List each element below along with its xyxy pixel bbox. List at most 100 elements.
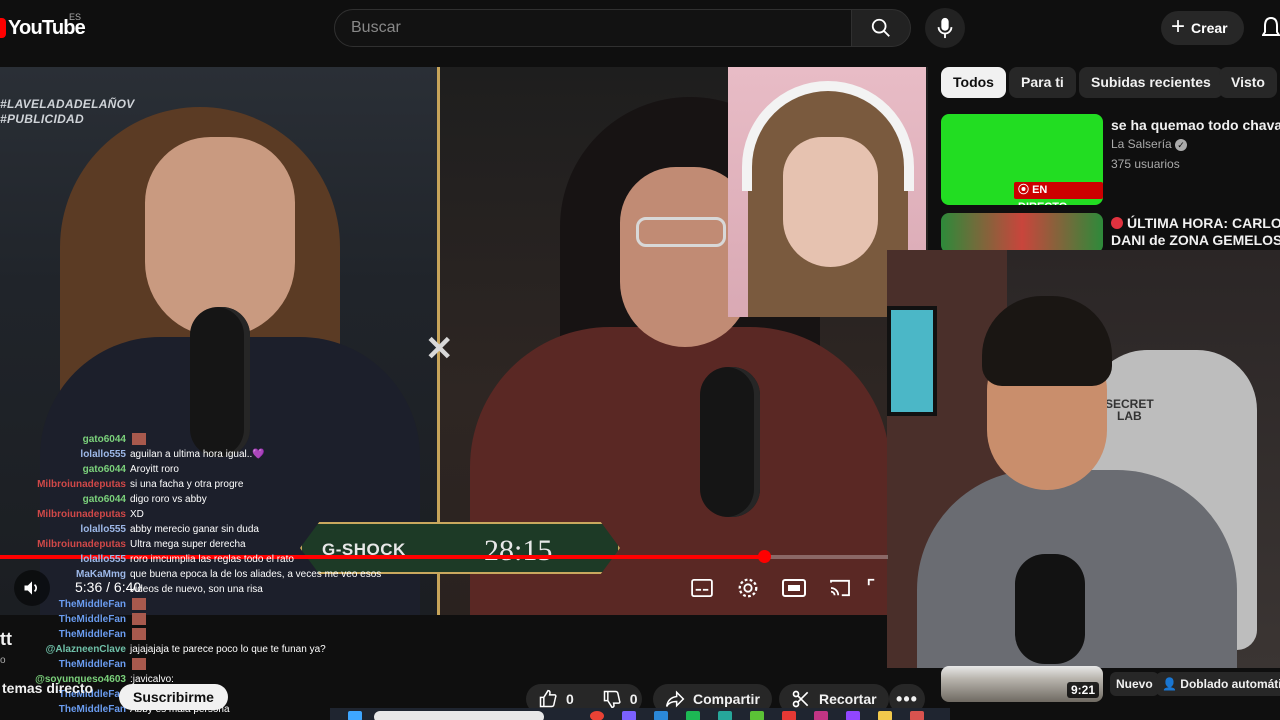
chat-emote-icon (132, 433, 146, 446)
filter-chip[interactable]: Subidas recientes (1079, 67, 1223, 98)
chat-username[interactable]: gato6044 (0, 462, 130, 477)
rec-thumbnail-1[interactable]: ⦿ EN DIRECTO (941, 114, 1103, 205)
folder-icon[interactable] (878, 711, 892, 720)
app-icon[interactable] (686, 711, 700, 720)
app-icon[interactable] (750, 711, 764, 720)
fullscreen-button[interactable] (866, 568, 888, 608)
chat-username[interactable]: lolallo555 (0, 552, 130, 567)
chat-message: gato6044 digo roro vs abby (0, 492, 460, 507)
chair-logo-line: LAB (1117, 409, 1142, 423)
chat-text: digo roro vs abby (130, 494, 207, 505)
x-emblem-icon: ✕ (425, 330, 454, 368)
new-badge: Nuevo (1110, 672, 1159, 696)
chat-message: lolallo555 aguilan a ultima hora igual..💜 (0, 447, 460, 462)
chat-username[interactable]: MaKaMmg (0, 567, 130, 582)
chat-username[interactable]: TheMiddleFan (0, 597, 130, 612)
rec-channel-name: La Salsería (1111, 137, 1172, 151)
youtube-logo-icon (0, 18, 6, 38)
app-icon[interactable] (718, 711, 732, 720)
live-label: temas directo (2, 680, 94, 696)
chat-emote-icon (132, 613, 146, 626)
verified-icon: ✓ (1175, 139, 1188, 151)
windows-start-icon[interactable] (348, 711, 362, 720)
chat-message: TheMiddleFan (0, 627, 460, 642)
bell-icon (1261, 16, 1280, 36)
more-horizontal-icon: ••• (896, 688, 918, 709)
chat-username[interactable]: Milbroiunadeputas (0, 507, 130, 522)
chat-emote-icon (132, 598, 146, 611)
scissors-icon (792, 690, 809, 708)
overlay-hashtag: #PUBLICIDAD (0, 112, 84, 126)
chat-username[interactable]: TheMiddleFan (0, 702, 130, 717)
cast-button[interactable] (820, 568, 860, 608)
chat-username[interactable]: Milbroiunadeputas (0, 477, 130, 492)
search-button[interactable] (851, 9, 911, 47)
clip-label: Recortar (819, 691, 877, 707)
filter-chip[interactable]: Para ti (1009, 67, 1076, 98)
chat-username[interactable]: @AlazneenClave (0, 642, 130, 657)
os-taskbar (330, 708, 950, 720)
filter-chip[interactable]: Todos (941, 67, 1006, 98)
chat-message: TheMiddleFan (0, 597, 460, 612)
rec-channel-1[interactable]: La Salsería ✓ (1111, 137, 1188, 151)
chat-text: roro imcumplia las reglas todo el rato (130, 554, 294, 565)
chat-username[interactable]: TheMiddleFan (0, 627, 130, 642)
taskbar-search[interactable] (374, 711, 544, 720)
channel-subscribers: o (0, 655, 6, 666)
dub-label: Doblado automática (1180, 677, 1280, 691)
overlay-hashtags: #LAVELADADELAÑOV #PUBLICIDAD (0, 97, 135, 127)
dislike-button[interactable]: 0 (602, 689, 638, 709)
chat-text: XD (130, 509, 144, 520)
app-icon[interactable] (782, 711, 796, 720)
settings-button[interactable] (728, 568, 768, 608)
app-icon[interactable] (910, 711, 924, 720)
podcast-mic-right (700, 367, 760, 517)
subscribe-button[interactable]: Suscribirme (119, 684, 228, 710)
gear-icon (738, 578, 758, 598)
create-label: Crear (1191, 20, 1228, 36)
chat-message: videos de nuevo, son una risa (0, 582, 460, 597)
chat-username[interactable]: TheMiddleFan (0, 657, 130, 672)
channel-name[interactable]: tt (0, 629, 12, 650)
chat-username[interactable]: gato6044 (0, 492, 130, 507)
search-box[interactable] (334, 9, 852, 47)
theater-icon (782, 579, 806, 597)
youtube-logo[interactable]: YouTube ES (0, 12, 86, 42)
chat-username[interactable]: lolallo555 (0, 522, 130, 537)
subtitles-button[interactable] (682, 568, 722, 608)
create-button[interactable]: + Crear (1161, 11, 1244, 45)
rec-thumbnail-3[interactable]: 9:21 (941, 666, 1103, 702)
search-input[interactable] (335, 10, 851, 46)
chrome-icon[interactable] (590, 711, 604, 720)
live-badge-label: EN DIRECTO (1018, 184, 1067, 205)
voice-search-button[interactable] (925, 8, 965, 48)
rec-title-1[interactable]: se ha quemao todo chavales (1111, 116, 1280, 134)
rec-viewers-1: 375 usuarios (1111, 157, 1180, 171)
banner-clock: 28:15 (484, 534, 553, 567)
search-icon (871, 18, 890, 37)
app-icon[interactable] (654, 711, 668, 720)
chat-text: jajajajaja te parece poco lo que te funa… (130, 644, 326, 655)
like-button[interactable]: 0 (538, 689, 574, 709)
scrubber-handle[interactable] (757, 550, 771, 563)
rec-title-2[interactable]: ÚLTIMA HORA: CARLOS y DANI de ZONA GEMEL… (1111, 215, 1280, 249)
headset (742, 81, 914, 191)
theater-mode-button[interactable] (774, 568, 814, 608)
filter-chip[interactable]: Visto (1219, 67, 1277, 98)
chat-message: MaKaMmg que buena epoca la de los aliades… (0, 567, 460, 582)
chat-message: Milbroiunadeputas Ultra mega super derech… (0, 537, 460, 552)
chat-username[interactable]: lolallo555 (0, 447, 130, 462)
chat-username[interactable]: Milbroiunadeputas (0, 537, 130, 552)
chat-text: abby merecio ganar sin duda (130, 524, 259, 535)
chat-username[interactable]: gato6044 (0, 432, 130, 447)
rec-thumbnail-2[interactable] (941, 213, 1103, 253)
chair-logo: SECRET LAB (1105, 398, 1154, 422)
plus-icon: + (1171, 13, 1186, 40)
notifications-button[interactable] (1261, 16, 1280, 45)
chat-username[interactable]: TheMiddleFan (0, 612, 130, 627)
app-icon[interactable] (622, 711, 636, 720)
chat-emote-icon (132, 658, 146, 671)
rec-title-line: ÚLTIMA HORA: CARLOS y (1127, 215, 1280, 231)
app-icon[interactable] (814, 711, 828, 720)
app-icon[interactable] (846, 711, 860, 720)
